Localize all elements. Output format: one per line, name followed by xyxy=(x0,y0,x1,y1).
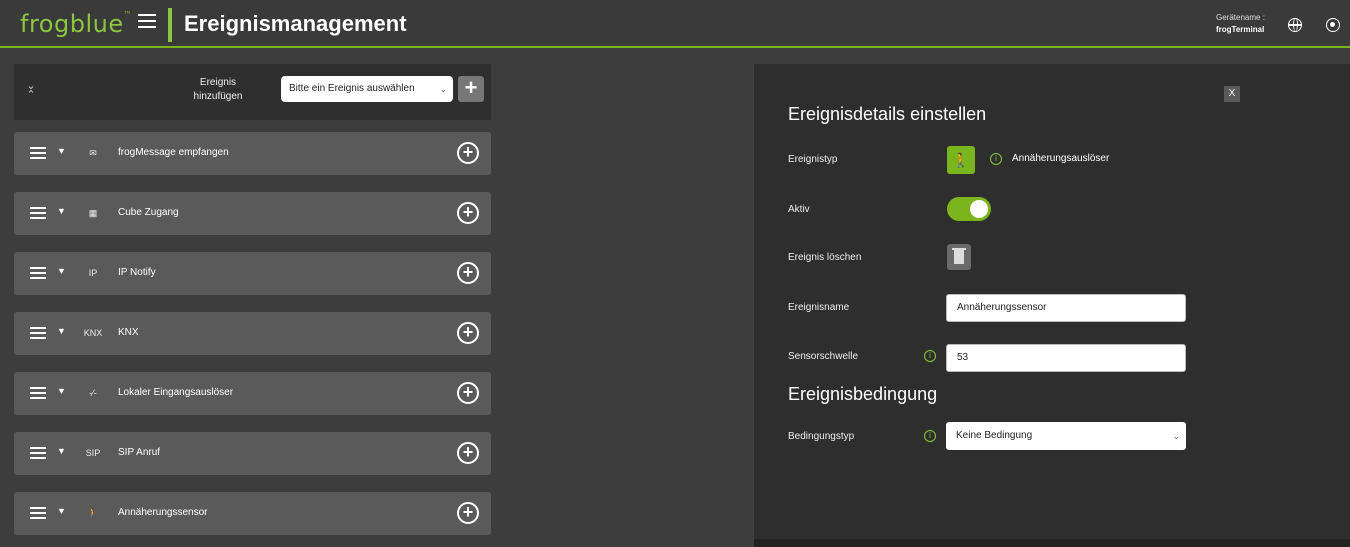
chevron-down-icon: ⌄ xyxy=(439,84,447,94)
condition-heading: Ereignisbedingung xyxy=(788,384,938,404)
frogblue-logo[interactable]: frogblue™ xyxy=(20,10,132,38)
walking-person-icon: 🚶 xyxy=(87,508,99,518)
drag-handle-icon[interactable] xyxy=(30,267,46,282)
event-row[interactable]: ▼ KNX KNX + xyxy=(14,312,491,355)
event-label: frogMessage empfangen xyxy=(118,147,229,158)
sensor-threshold-input[interactable]: 53 xyxy=(946,344,1186,372)
info-icon[interactable]: i xyxy=(990,153,1002,165)
info-icon[interactable]: i xyxy=(924,430,936,442)
expand-triangle-icon[interactable]: ▼ xyxy=(57,446,66,456)
event-type-select[interactable]: Bitte ein Ereignis auswählen ⌄ xyxy=(281,76,453,102)
add-circle-icon[interactable]: + xyxy=(457,382,479,404)
delete-event-label: Ereignis löschen xyxy=(788,252,862,263)
drag-handle-icon[interactable] xyxy=(30,207,46,222)
keypad-icon: ▦ xyxy=(88,208,98,218)
knx-icon: KNX xyxy=(83,328,103,338)
condition-type-select[interactable]: Keine Bedingung ⌄ xyxy=(946,422,1186,450)
event-name-label: Ereignisname xyxy=(788,302,850,313)
event-label: Annäherungssensor xyxy=(118,507,208,518)
title-accent-bar xyxy=(168,8,172,42)
add-circle-icon[interactable]: + xyxy=(457,202,479,224)
add-event-bar: ⌄ ⌃ Ereignis hinzufügen Bitte ein Ereigni… xyxy=(14,64,491,120)
event-type-label: Ereignistyp xyxy=(788,154,838,165)
event-label: Lokaler Eingangsauslöser xyxy=(118,387,234,398)
ip-mail-icon: IP xyxy=(88,268,98,278)
globe-icon[interactable] xyxy=(1288,18,1302,32)
event-label: Cube Zugang xyxy=(118,207,179,218)
drag-handle-icon[interactable] xyxy=(30,387,46,402)
event-row[interactable]: ▼ 🚶 Annäherungssensor + xyxy=(14,492,491,535)
expand-triangle-icon[interactable]: ▼ xyxy=(57,146,66,156)
page-title: Ereignismanagement xyxy=(184,11,407,36)
sensor-threshold-label: Sensorschwelle xyxy=(788,351,859,362)
event-detail-panel: X Ereignisdetails einstellen Ereignistyp… xyxy=(754,64,1350,539)
add-circle-icon[interactable]: + xyxy=(457,322,479,344)
power-icon[interactable] xyxy=(1326,18,1340,32)
close-button[interactable]: X xyxy=(1224,86,1240,102)
trash-icon[interactable] xyxy=(947,244,971,270)
expand-triangle-icon[interactable]: ▼ xyxy=(57,266,66,276)
event-row[interactable]: ▼ -⁄- Lokaler Eingangsauslöser + xyxy=(14,372,491,415)
device-name: Gerätename : frogTerminal xyxy=(1216,13,1265,34)
expand-triangle-icon[interactable]: ▼ xyxy=(57,386,66,396)
drag-handle-icon[interactable] xyxy=(30,147,46,162)
add-event-button[interactable]: + xyxy=(458,76,484,102)
add-circle-icon[interactable]: + xyxy=(457,262,479,284)
add-circle-icon[interactable]: + xyxy=(457,502,479,524)
walking-person-icon: 🚶 xyxy=(947,146,975,174)
condition-type-label: Bedingungstyp xyxy=(788,431,855,442)
chevron-down-icon: ⌄ xyxy=(1172,431,1180,441)
add-event-label: Ereignis hinzufügen xyxy=(193,77,243,102)
event-row[interactable]: ▼ ✉ frogMessage empfangen + xyxy=(14,132,491,175)
event-row[interactable]: ▼ IP IP Notify + xyxy=(14,252,491,295)
active-label: Aktiv xyxy=(788,204,810,215)
event-type-value: Annäherungsauslöser xyxy=(1012,153,1110,164)
drag-handle-icon[interactable] xyxy=(30,447,46,462)
menu-icon[interactable] xyxy=(138,14,156,32)
expand-triangle-icon[interactable]: ▼ xyxy=(57,206,66,216)
add-circle-icon[interactable]: + xyxy=(457,442,479,464)
event-row[interactable]: ▼ ▦ Cube Zugang + xyxy=(14,192,491,235)
event-label: KNX xyxy=(118,327,139,338)
drag-handle-icon[interactable] xyxy=(30,507,46,522)
event-label: IP Notify xyxy=(118,267,156,278)
expand-triangle-icon[interactable]: ▼ xyxy=(57,506,66,516)
add-circle-icon[interactable]: + xyxy=(457,142,479,164)
active-toggle[interactable] xyxy=(947,197,991,221)
sip-icon: SIP xyxy=(85,448,101,458)
detail-heading: Ereignisdetails einstellen xyxy=(788,104,987,124)
frog-message-icon: ✉ xyxy=(89,148,97,158)
panel-footer xyxy=(754,539,1350,547)
drag-handle-icon[interactable] xyxy=(30,327,46,342)
switch-icon: -⁄- xyxy=(89,388,97,398)
expand-triangle-icon[interactable]: ▼ xyxy=(57,326,66,336)
info-icon[interactable]: i xyxy=(924,350,936,362)
collapse-icon[interactable]: ⌄ ⌃ xyxy=(26,81,36,102)
event-name-input[interactable]: Annäherungssensor xyxy=(946,294,1186,322)
top-header: frogblue™ Ereignismanagement Gerätename … xyxy=(0,0,1350,48)
event-row[interactable]: ▼ SIP SIP Anruf + xyxy=(14,432,491,475)
event-label: SIP Anruf xyxy=(118,447,161,458)
